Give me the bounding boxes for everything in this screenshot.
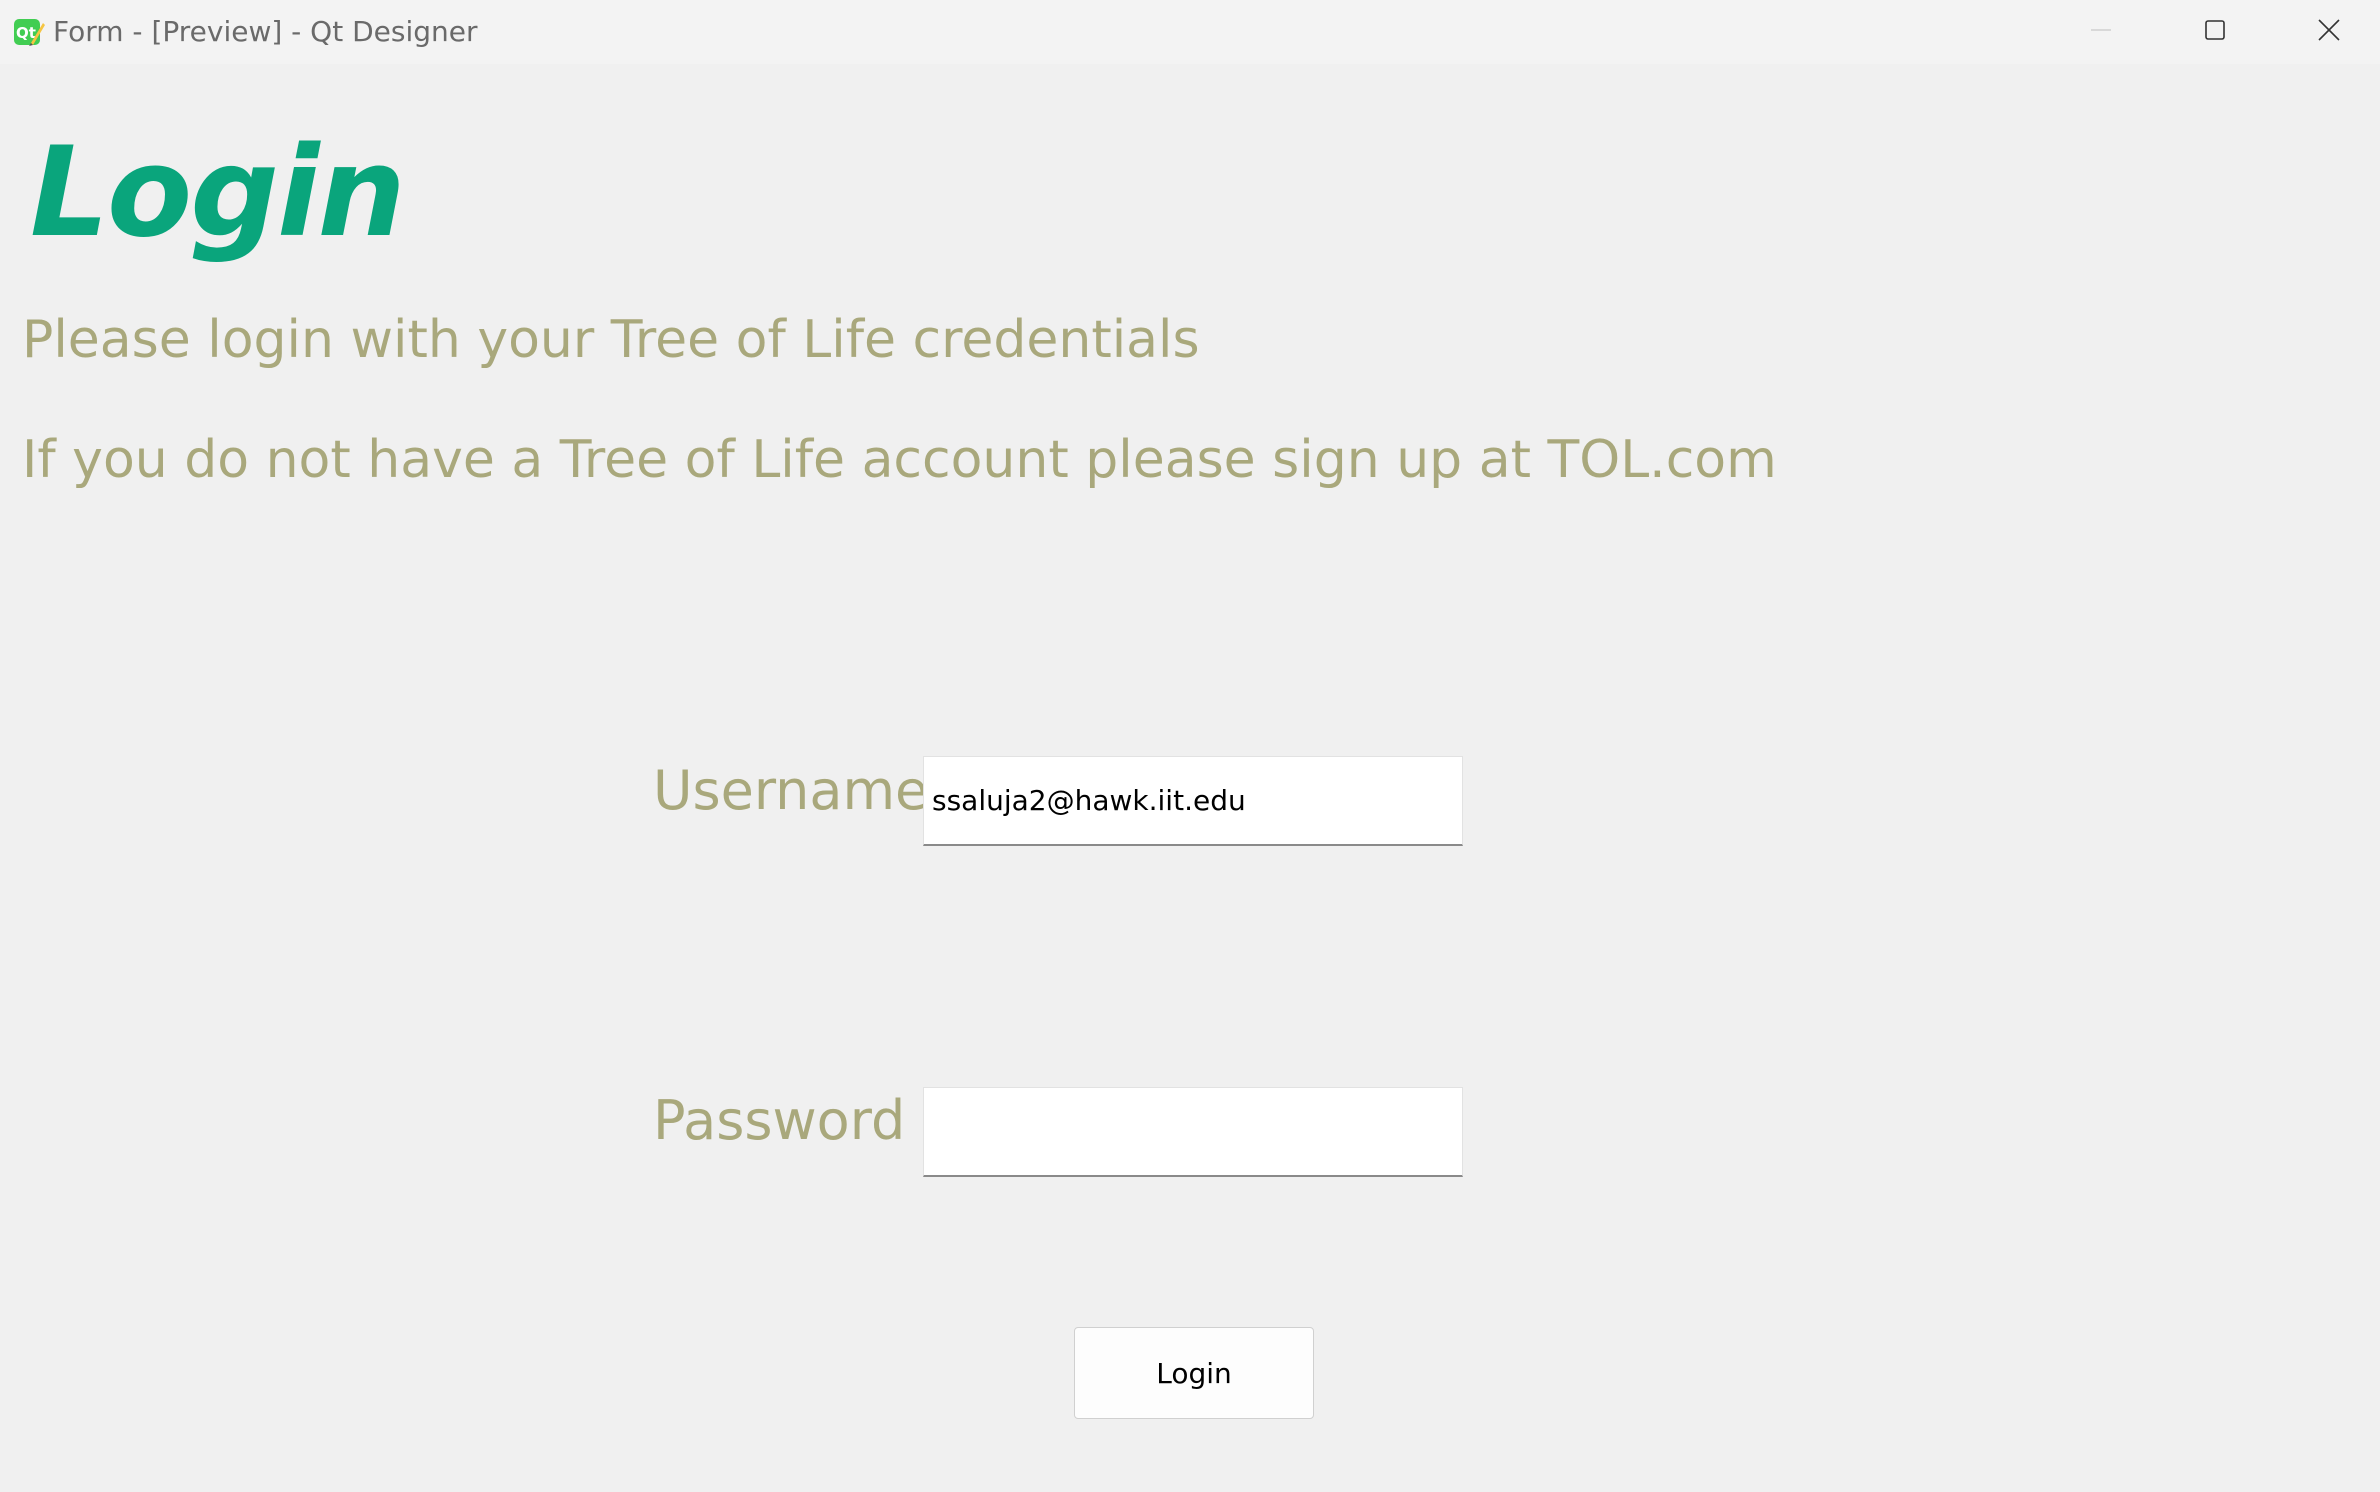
login-instructions: Please login with your Tree of Life cred… bbox=[22, 310, 1200, 370]
maximize-icon bbox=[2205, 20, 2225, 40]
login-button[interactable]: Login bbox=[1074, 1327, 1314, 1419]
qt-designer-icon: Qt bbox=[14, 19, 45, 46]
close-button[interactable] bbox=[2272, 0, 2380, 60]
login-button-label: Login bbox=[1156, 1356, 1232, 1390]
qt-designer-preview-window: Qt Form - [Preview] - Qt Designer Login … bbox=[0, 0, 2380, 1492]
signup-instructions: If you do not have a Tree of Life accoun… bbox=[22, 430, 1777, 490]
password-input[interactable] bbox=[923, 1087, 1463, 1177]
maximize-button[interactable] bbox=[2158, 0, 2272, 60]
username-label: Username bbox=[653, 759, 929, 822]
minimize-button[interactable] bbox=[2044, 0, 2158, 60]
minimize-icon bbox=[2091, 29, 2111, 31]
close-icon bbox=[2318, 19, 2340, 41]
svg-text:Qt: Qt bbox=[16, 24, 36, 42]
password-label: Password bbox=[653, 1089, 906, 1152]
login-heading: Login bbox=[30, 121, 406, 265]
window-title: Form - [Preview] - Qt Designer bbox=[53, 15, 478, 48]
title-bar[interactable]: Qt Form - [Preview] - Qt Designer bbox=[0, 0, 2380, 64]
username-input[interactable] bbox=[923, 756, 1463, 846]
